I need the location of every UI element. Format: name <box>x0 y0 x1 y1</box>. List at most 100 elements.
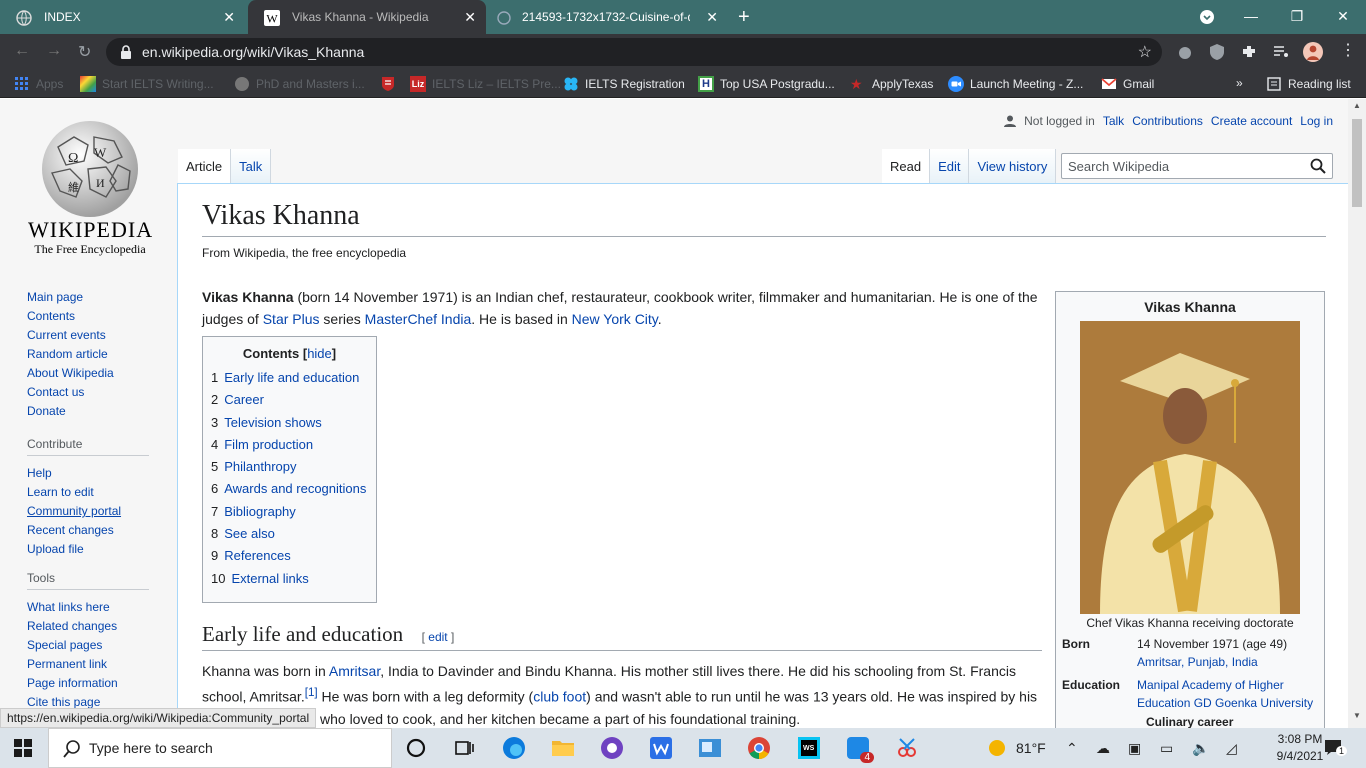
bookmark-applytexas[interactable]: ★ ApplyTexas <box>850 76 933 92</box>
link-born-place[interactable]: Amritsar, Punjab, India <box>1137 655 1258 669</box>
toc-item[interactable]: 4 Film production <box>211 434 368 456</box>
link-star-plus[interactable]: Star Plus <box>263 311 320 327</box>
shield-icon[interactable] <box>1208 43 1226 61</box>
nav-page-information[interactable]: Page information <box>27 676 118 690</box>
section-edit-link[interactable]: [ edit ] <box>422 630 455 644</box>
github-desktop-icon[interactable] <box>600 736 624 760</box>
toc-item[interactable]: 9 References <box>211 545 368 567</box>
new-tab-button[interactable]: + <box>738 6 750 29</box>
scroll-down-arrow-icon[interactable]: ▼ <box>1353 711 1361 720</box>
toc-item[interactable]: 2 Career <box>211 389 368 411</box>
close-tab-icon[interactable]: ✕ <box>223 9 235 26</box>
page-scrollbar[interactable]: ▲ ▼ <box>1348 99 1366 728</box>
display-icon[interactable]: ▣ <box>1128 740 1141 757</box>
contributions-link[interactable]: Contributions <box>1132 114 1203 128</box>
bookmark-start-ielts[interactable]: Start IELTS Writing... <box>80 76 214 92</box>
nav-donate[interactable]: Donate <box>27 404 66 418</box>
tab-image[interactable]: 214593-1732x1732-Cuisine-of-di ✕ <box>490 0 728 34</box>
nav-contact-us[interactable]: Contact us <box>27 385 84 399</box>
nav-learn-to-edit[interactable]: Learn to edit <box>27 485 94 499</box>
reload-icon[interactable]: ↻ <box>78 42 91 62</box>
link-education[interactable]: Manipal Academy of Higher Education GD G… <box>1137 676 1322 712</box>
bookmark-star-icon[interactable]: ☆ <box>1138 42 1152 62</box>
link-masterchef-india[interactable]: MasterChef India <box>365 311 472 327</box>
reference-link[interactable]: [1] <box>305 686 318 699</box>
clock[interactable]: 3:08 PM 9/4/2021 <box>1276 731 1324 765</box>
toc-item[interactable]: 3 Television shows <box>211 412 368 434</box>
menu-kebab-icon[interactable]: ⋮ <box>1340 40 1356 60</box>
nav-about-wikipedia[interactable]: About Wikipedia <box>27 366 114 380</box>
close-tab-icon[interactable]: ✕ <box>706 9 718 26</box>
nav-permanent-link[interactable]: Permanent link <box>27 657 107 671</box>
tab-edit[interactable]: Edit <box>930 149 970 183</box>
bookmark-ielts-liz[interactable]: Liz IELTS Liz – IELTS Pre... <box>410 76 561 92</box>
tab-search-icon[interactable] <box>1199 9 1215 25</box>
toc-hide-link[interactable]: hide <box>307 346 332 361</box>
taskbar-search-input[interactable]: Type here to search <box>48 728 392 768</box>
nav-contents[interactable]: Contents <box>27 309 75 323</box>
extensions-puzzle-icon[interactable] <box>1240 43 1258 61</box>
action-center-button[interactable]: 1 <box>1324 738 1348 758</box>
file-explorer-icon[interactable] <box>551 736 575 760</box>
reading-list-button[interactable]: Reading list <box>1266 76 1351 92</box>
wps-writer-icon[interactable] <box>649 736 673 760</box>
toc-item[interactable]: 10 External links <box>211 568 368 590</box>
back-icon[interactable]: ← <box>14 42 30 60</box>
control-panel-icon[interactable] <box>698 736 722 760</box>
tab-view-history[interactable]: View history <box>969 149 1057 183</box>
weather-widget[interactable]: 81°F <box>988 739 1046 757</box>
chrome-icon[interactable] <box>747 736 771 760</box>
cortana-icon[interactable] <box>404 736 428 760</box>
wifi-icon[interactable]: ◿ <box>1226 740 1237 757</box>
tab-wikipedia[interactable]: W Vikas Khanna - Wikipedia ✕ <box>248 0 486 34</box>
scrollbar-thumb[interactable] <box>1352 119 1362 207</box>
toc-item[interactable]: 8 See also <box>211 523 368 545</box>
cloud-icon[interactable]: ☁ <box>1096 740 1110 757</box>
toc-item[interactable]: 1 Early life and education <box>211 367 368 389</box>
close-window-button[interactable]: ✕ <box>1320 0 1366 34</box>
show-hidden-icons-icon[interactable]: ⌃ <box>1066 740 1078 757</box>
webstorm-icon[interactable]: WS <box>797 736 821 760</box>
nav-recent-changes[interactable]: Recent changes <box>27 523 114 537</box>
toc-item[interactable]: 5 Philanthropy <box>211 456 368 478</box>
avatar[interactable] <box>1303 42 1323 62</box>
bookmark-top-usa[interactable]: H Top USA Postgradu... <box>698 76 835 92</box>
notification-app-button[interactable]: 4 <box>846 736 874 763</box>
volume-icon[interactable]: 🔈 <box>1192 740 1209 757</box>
log-in-link[interactable]: Log in <box>1300 114 1333 128</box>
snipping-tool-icon[interactable] <box>895 736 919 760</box>
create-account-link[interactable]: Create account <box>1211 114 1292 128</box>
nav-what-links-here[interactable]: What links here <box>27 600 110 614</box>
media-control-icon[interactable] <box>1272 43 1290 61</box>
scroll-up-arrow-icon[interactable]: ▲ <box>1353 101 1361 110</box>
windows-start-icon[interactable] <box>14 739 32 757</box>
task-view-icon[interactable] <box>452 736 476 760</box>
link-club-foot[interactable]: club foot <box>533 689 586 705</box>
close-tab-icon[interactable]: ✕ <box>464 9 476 26</box>
tab-talk[interactable]: Talk <box>231 149 272 183</box>
address-bar[interactable]: en.wikipedia.org/wiki/Vikas_Khanna ☆ <box>106 38 1162 66</box>
battery-icon[interactable]: ▭ <box>1160 740 1173 757</box>
bookmark-zoom[interactable]: Launch Meeting - Z... <box>948 76 1083 92</box>
bookmark-phd-masters[interactable]: PhD and Masters i... <box>234 76 365 92</box>
nav-help[interactable]: Help <box>27 466 52 480</box>
bookmark-apps[interactable]: Apps <box>14 76 63 92</box>
nav-main-page[interactable]: Main page <box>27 290 83 304</box>
link-amritsar[interactable]: Amritsar <box>329 663 380 679</box>
forward-icon[interactable]: → <box>46 42 62 60</box>
search-input[interactable]: Search Wikipedia <box>1061 153 1333 179</box>
talk-link[interactable]: Talk <box>1103 114 1124 128</box>
cloud-extension-icon[interactable] <box>1176 43 1194 61</box>
search-icon[interactable] <box>1310 158 1326 174</box>
nav-special-pages[interactable]: Special pages <box>27 638 102 652</box>
bookmark-university-shield[interactable] <box>380 76 402 92</box>
nav-community-portal[interactable]: Community portal <box>27 504 121 518</box>
nav-cite-this-page[interactable]: Cite this page <box>27 695 100 709</box>
nav-upload-file[interactable]: Upload file <box>27 542 84 556</box>
link-new-york-city[interactable]: New York City <box>572 311 658 327</box>
tab-index[interactable]: INDEX ✕ <box>0 0 245 34</box>
toc-item[interactable]: 6 Awards and recognitions <box>211 478 368 500</box>
tab-read[interactable]: Read <box>882 149 931 183</box>
tab-article[interactable]: Article <box>178 149 232 183</box>
wikipedia-logo[interactable]: Ω W И 維 Wikipedia The Free Encyclopedia <box>28 117 152 257</box>
